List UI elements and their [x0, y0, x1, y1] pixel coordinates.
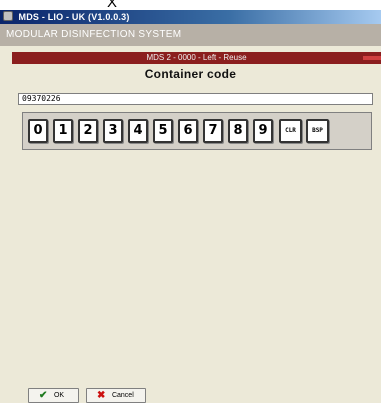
key-2[interactable]: 2: [78, 119, 98, 143]
system-header: MODULAR DISINFECTION SYSTEM: [0, 24, 381, 46]
status-bar-edge: [363, 56, 381, 60]
key-9[interactable]: 9: [253, 119, 273, 143]
key-7[interactable]: 7: [203, 119, 223, 143]
check-icon: ✔: [39, 390, 48, 401]
key-6[interactable]: 6: [178, 119, 198, 143]
top-marker-glyph: X: [107, 0, 118, 11]
top-marker: X: [0, 0, 381, 10]
app-icon: [3, 11, 13, 21]
numeric-keypad: 0 1 2 3 4 5 6 7 8 9 CLR BSP: [22, 112, 372, 150]
status-bar: MDS 2 - 0000 - Left - Reuse: [12, 52, 381, 64]
main-window: MODULAR DISINFECTION SYSTEM MDS 2 - 0000…: [0, 24, 381, 403]
key-3[interactable]: 3: [103, 119, 123, 143]
page-title: Container code: [144, 67, 237, 81]
backspace-key[interactable]: BSP: [306, 119, 329, 143]
cancel-label: Cancel: [111, 392, 134, 399]
key-0[interactable]: 0: [28, 119, 48, 143]
container-code-field[interactable]: 09370226: [18, 93, 373, 105]
clear-key[interactable]: CLR: [279, 119, 302, 143]
status-text: MDS 2 - 0000 - Left - Reuse: [146, 53, 247, 62]
x-icon: ✖: [97, 390, 106, 401]
ok-button[interactable]: ✔ OK: [28, 388, 79, 403]
key-8[interactable]: 8: [228, 119, 248, 143]
window-title: MDS - LIO - UK (V1.0.0.3): [18, 12, 130, 22]
ok-label: OK: [53, 392, 65, 399]
key-4[interactable]: 4: [128, 119, 148, 143]
title-bar[interactable]: MDS - LIO - UK (V1.0.0.3): [0, 10, 381, 24]
cancel-button[interactable]: ✖ Cancel: [86, 388, 146, 403]
key-5[interactable]: 5: [153, 119, 173, 143]
key-1[interactable]: 1: [53, 119, 73, 143]
